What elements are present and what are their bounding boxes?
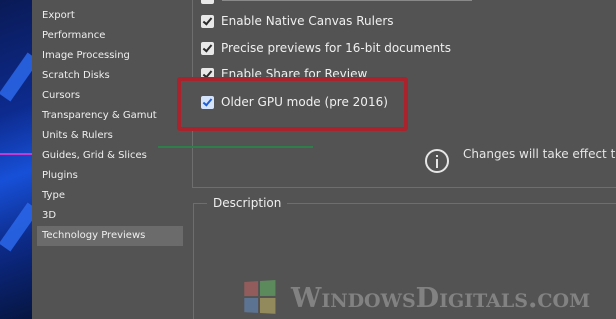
restart-notice: Changes will take effect the (463, 147, 616, 161)
info-icon (425, 149, 449, 173)
desktop-wallpaper (0, 0, 32, 319)
windows-logo-icon (244, 280, 277, 316)
sidebar-item-units-rulers[interactable]: Units & Rulers (37, 126, 183, 146)
checkbox-checked[interactable] (201, 14, 214, 28)
option-label: Precise previews for 16-bit documents (221, 41, 452, 55)
sidebar-item-scratch-disks[interactable]: Scratch Disks (37, 66, 183, 86)
option-precise-previews[interactable]: Precise previews for 16-bit documents (201, 40, 451, 56)
highlight-box (177, 77, 408, 131)
sidebar-item-partial (100, 0, 130, 2)
sidebar-item-3d[interactable]: 3D (37, 206, 183, 226)
checkbox-checked[interactable] (201, 41, 214, 55)
sidebar-item-transparency-gamut[interactable]: Transparency & Gamut (37, 106, 183, 126)
preferences-sidebar: Export Performance Image Processing Scra… (32, 0, 184, 319)
sidebar-item-performance[interactable]: Performance (37, 26, 183, 46)
watermark: WindowsDigitals.com (243, 280, 616, 316)
option-partial-label (222, 0, 472, 1)
wallpaper-streak (0, 202, 32, 252)
sidebar-item-image-processing[interactable]: Image Processing (37, 46, 183, 66)
wallpaper-streak (0, 52, 32, 102)
checkbox-partial[interactable] (201, 0, 214, 4)
sidebar-item-guides-grid-slices[interactable]: Guides, Grid & Slices (37, 146, 183, 166)
sidebar-item-type[interactable]: Type (37, 186, 183, 206)
watermark-text: WindowsDigitals.com (291, 282, 591, 314)
wallpaper-accent-line (0, 153, 32, 155)
description-label: Description (207, 196, 288, 210)
option-native-canvas-rulers[interactable]: Enable Native Canvas Rulers (201, 13, 394, 29)
sidebar-item-technology-previews[interactable]: Technology Previews (37, 226, 183, 246)
sidebar-item-cursors[interactable]: Cursors (37, 86, 183, 106)
sidebar-item-plugins[interactable]: Plugins (37, 166, 183, 186)
sidebar-item-export[interactable]: Export (37, 6, 183, 26)
annotation-underline (158, 146, 313, 148)
option-label: Enable Native Canvas Rulers (221, 14, 394, 28)
options-group-border (192, 187, 616, 188)
